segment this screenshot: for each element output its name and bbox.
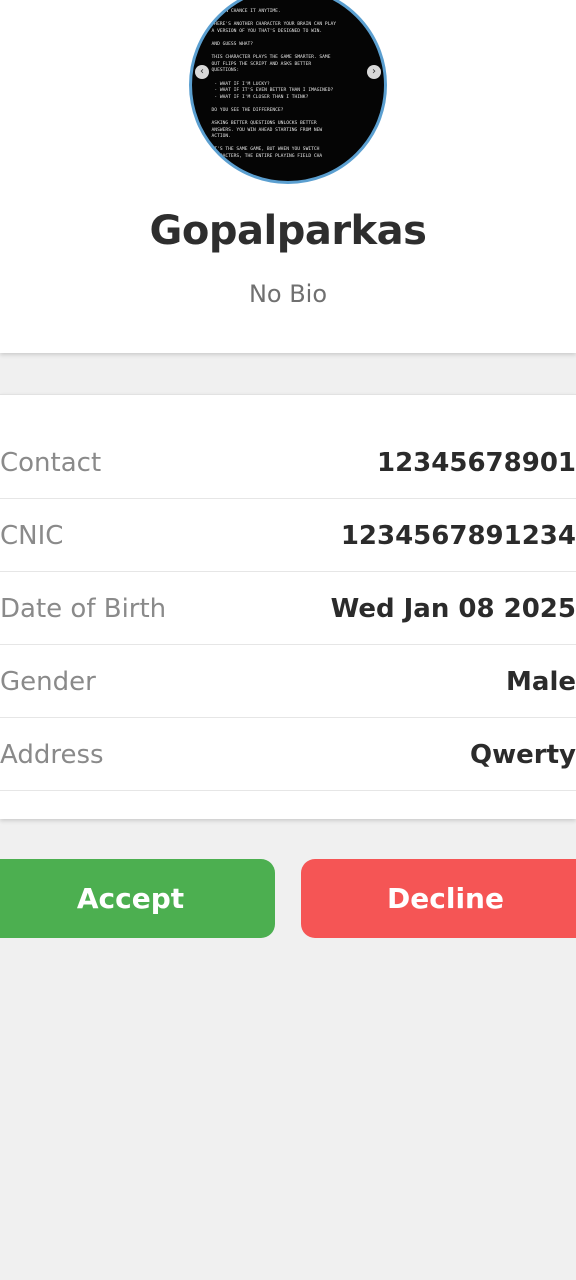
chevron-left-icon[interactable]: ‹: [195, 65, 209, 79]
detail-value: 12345678901: [377, 448, 576, 478]
detail-value: Wed Jan 08 2025: [330, 594, 576, 624]
detail-row-contact: Contact 12345678901: [0, 426, 576, 499]
detail-label: Contact: [0, 448, 102, 478]
profile-name: Gopalparkas: [149, 208, 427, 254]
detail-label: Gender: [0, 667, 96, 697]
profile-bio: No Bio: [248, 280, 328, 308]
accept-button[interactable]: Accept: [0, 859, 275, 938]
decline-button[interactable]: Decline: [301, 859, 576, 938]
detail-row-address: Address Qwerty: [0, 718, 576, 791]
avatar-image-text: ON CHANCE IT ANYTIME. THERE'S ANOTHER CH…: [211, 9, 336, 160]
detail-label: CNIC: [0, 521, 64, 551]
detail-value: 1234567891234: [340, 521, 576, 551]
detail-label: Address: [0, 740, 104, 770]
details-card: Contact 12345678901 CNIC 1234567891234 D…: [0, 394, 576, 819]
chevron-right-icon[interactable]: ›: [367, 65, 381, 79]
detail-label: Date of Birth: [0, 594, 167, 624]
detail-row-cnic: CNIC 1234567891234: [0, 499, 576, 572]
avatar[interactable]: ON CHANCE IT ANYTIME. THERE'S ANOTHER CH…: [189, 0, 387, 184]
detail-value: Male: [506, 667, 576, 697]
detail-row-date-of-birth: Date of Birth Wed Jan 08 2025: [0, 572, 576, 645]
detail-row-gender: Gender Male: [0, 645, 576, 718]
profile-card: ON CHANCE IT ANYTIME. THERE'S ANOTHER CH…: [0, 0, 576, 353]
detail-value: Qwerty: [470, 740, 576, 770]
